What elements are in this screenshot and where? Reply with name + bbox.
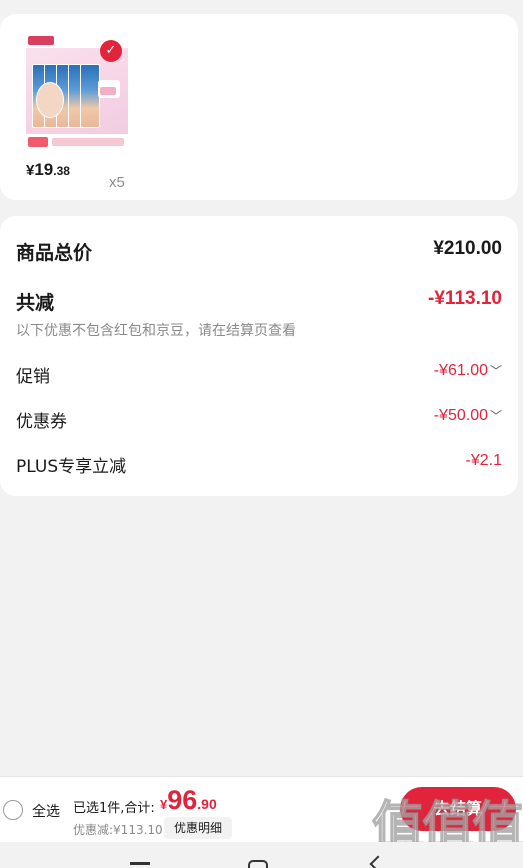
total-reduction-row: 共减 -¥113.10 — [16, 288, 502, 315]
promotion-amount[interactable]: -¥61.00 ﹀ — [434, 362, 502, 380]
order-total: ¥96.90 — [160, 785, 217, 816]
menu-icon[interactable] — [130, 862, 150, 865]
discount-note: 以下优惠不包含红包和京豆，请在结算页查看 — [16, 320, 502, 340]
promotion-value: -¥61.00 — [433, 362, 488, 379]
selected-count-text: 已选1件,合计: — [73, 801, 155, 816]
promo-strip — [26, 134, 128, 150]
discount-detail-button[interactable]: 优惠明细 — [164, 817, 232, 839]
product-card: ✓ ¥19.38 x5 — [0, 14, 518, 200]
coupon-value: -¥50.00 — [433, 407, 488, 424]
coupon-label: 优惠券 — [16, 412, 67, 432]
price-summary-card: 商品总价 ¥210.00 共减 -¥113.10 以下优惠不包含红包和京豆，请在… — [0, 216, 518, 496]
discount-note-text: 以下优惠不包含红包和京豆，请在结算页查看 — [16, 323, 296, 339]
chevron-down-icon: ﹀ — [489, 364, 502, 378]
product-thumbnail[interactable]: ✓ — [26, 34, 128, 150]
total-price-row: 商品总价 ¥210.00 — [16, 238, 502, 265]
item-price: ¥19.38 — [26, 160, 70, 180]
total-reduction-label: 共减 — [16, 292, 55, 314]
price-decimal: .38 — [53, 164, 70, 178]
item-quantity: x5 — [109, 174, 125, 191]
select-all-label[interactable]: 全选 — [32, 801, 60, 821]
plus-discount-value: -¥2.1 — [465, 452, 502, 469]
system-nav-bar — [0, 842, 523, 868]
total-price-value: ¥210.00 — [433, 238, 502, 259]
package-image — [80, 64, 100, 128]
checkout-bar: 全选 已选1件,合计: ¥96.90 优惠减:¥113.10 优惠明细 去结算 — [0, 776, 523, 842]
brand-logo — [28, 36, 54, 45]
price-integer: 19 — [34, 160, 54, 179]
plus-discount-label: PLUS专享立减 — [16, 457, 127, 477]
back-icon[interactable] — [369, 855, 387, 868]
total-integer: 96 — [167, 785, 198, 815]
check-icon: ✓ — [100, 40, 122, 62]
coupon-row[interactable]: 优惠券 -¥50.00 ﹀ — [16, 407, 502, 432]
checkout-button[interactable]: 去结算 — [400, 787, 516, 831]
home-icon[interactable] — [248, 860, 268, 868]
promo-badge — [98, 80, 120, 98]
select-all-radio[interactable] — [3, 800, 23, 820]
total-decimal: .90 — [197, 796, 217, 812]
coupon-amount[interactable]: -¥50.00 ﹀ — [434, 407, 502, 425]
face-mask-image — [36, 82, 64, 118]
promotion-label: 促销 — [16, 367, 50, 387]
total-price-label: 商品总价 — [16, 242, 93, 264]
promotion-row[interactable]: 促销 -¥61.00 ﹀ — [16, 362, 502, 387]
discount-summary: 优惠减:¥113.10 — [73, 823, 163, 837]
total-reduction-value: -¥113.10 — [428, 288, 502, 309]
plus-discount-row: PLUS专享立减 -¥2.1 — [16, 452, 502, 477]
chevron-down-icon: ﹀ — [489, 409, 502, 423]
